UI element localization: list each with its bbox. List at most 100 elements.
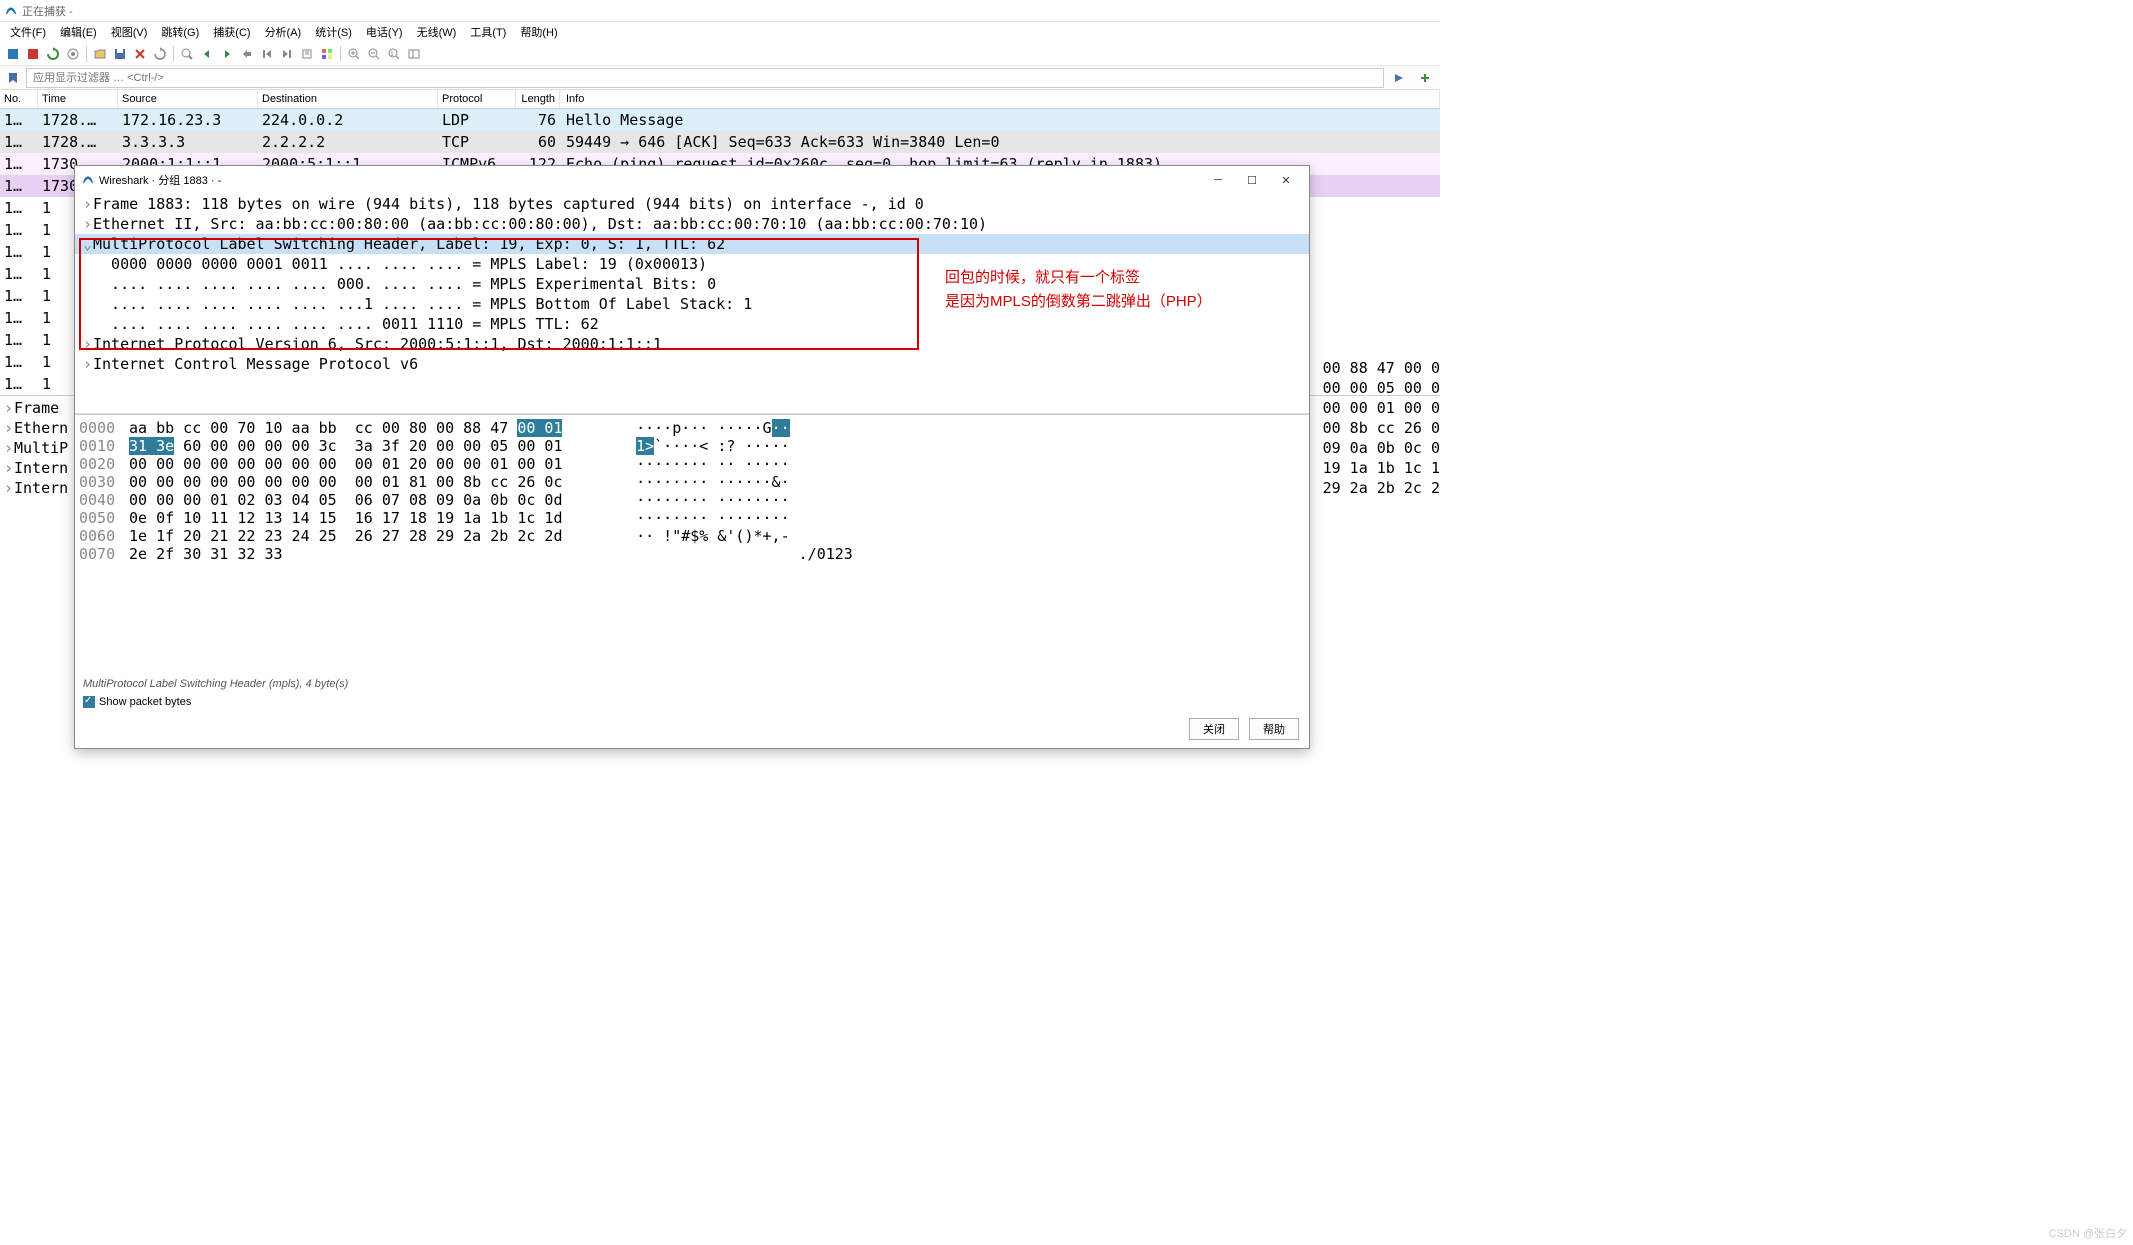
menu-tools[interactable]: 工具(T) [464,22,512,42]
restart-capture-icon[interactable] [44,45,62,63]
hex-fragment: 00 00 05 00 0 [1323,378,1440,398]
hex-fragment: 29 2a 2b 2c 2 [1323,478,1440,498]
toolbar-separator [340,46,341,62]
next-icon[interactable] [218,45,236,63]
goto-first-icon[interactable] [258,45,276,63]
filter-add-icon[interactable] [1414,68,1436,88]
hex-row[interactable]: 004000 00 00 01 02 03 04 05 06 07 08 09 … [75,491,1309,509]
close-icon[interactable]: ✕ [1269,170,1303,190]
maximize-icon[interactable]: ☐ [1235,170,1269,190]
menu-analyze[interactable]: 分析(A) [259,22,308,42]
colorize-icon[interactable] [318,45,336,63]
menu-wireless[interactable]: 无线(W) [411,22,463,42]
packet-row[interactable]: 1…1 [0,197,74,219]
close-file-icon[interactable] [131,45,149,63]
col-len[interactable]: Length [516,90,560,108]
hex-fragment: 09 0a 0b 0c 0 [1323,438,1440,458]
packet-row[interactable]: 1…1 [0,263,74,285]
tree-line[interactable]: ›Internet Protocol Version 6, Src: 2000:… [75,334,1309,354]
menubar: 文件(F) 编辑(E) 视图(V) 跳转(G) 捕获(C) 分析(A) 统计(S… [0,22,1440,42]
col-time[interactable]: Time [38,90,118,108]
col-no[interactable]: No. [0,90,38,108]
col-src[interactable]: Source [118,90,258,108]
goto-last-icon[interactable] [278,45,296,63]
packet-row[interactable]: 1…1 [0,241,74,263]
tree-line[interactable]: ›Frame 1883: 118 bytes on wire (944 bits… [75,194,1309,214]
packet-row[interactable]: 1…1 [0,329,74,351]
show-packet-bytes-check[interactable]: Show packet bytes [75,694,1309,710]
hex-row[interactable]: 003000 00 00 00 00 00 00 00 00 01 81 00 … [75,473,1309,491]
main-hex-partial: 00 88 47 00 000 00 05 00 000 00 01 00 00… [1323,358,1440,498]
toolbar-separator [86,46,87,62]
popup-titlebar[interactable]: Wireshark · 分组 1883 · - ─ ☐ ✕ [75,166,1309,194]
menu-file[interactable]: 文件(F) [4,22,52,42]
packet-detail-popup: Wireshark · 分组 1883 · - ─ ☐ ✕ 回包的时候，就只有一… [74,165,1310,749]
help-button[interactable]: 帮助 [1249,718,1299,740]
menu-edit[interactable]: 编辑(E) [54,22,103,42]
menu-capture[interactable]: 捕获(C) [207,22,256,42]
hex-row[interactable]: 00601e 1f 20 21 22 23 24 25 26 27 28 29 … [75,527,1309,545]
filter-apply-icon[interactable] [1388,68,1410,88]
minimize-icon[interactable]: ─ [1201,170,1235,190]
stop-capture-icon[interactable] [24,45,42,63]
col-info[interactable]: Info [560,90,1440,108]
checkbox-icon[interactable] [83,696,95,708]
col-proto[interactable]: Protocol [438,90,516,108]
menu-help[interactable]: 帮助(H) [514,22,563,42]
hex-row[interactable]: 00702e 2f 30 31 32 33 ./0123 [75,545,1309,563]
zoom-reset-icon[interactable]: 1 [385,45,403,63]
menu-go[interactable]: 跳转(G) [155,22,205,42]
resize-cols-icon[interactable] [405,45,423,63]
annotation-text: 回包的时候，就只有一个标签 是因为MPLS的倒数第二跳弹出（PHP） [945,266,1212,314]
zoom-out-icon[interactable] [365,45,383,63]
menu-statistics[interactable]: 统计(S) [309,22,358,42]
packet-row[interactable]: 1…1 [0,219,74,241]
filter-bar [0,66,1440,90]
tree-line[interactable]: ›Internet Control Message Protocol v6 [75,354,1309,374]
popup-footer: 关闭 帮助 [75,710,1309,748]
main-titlebar: 正在捕获 - [0,0,1440,22]
hex-fragment: 00 8b cc 26 0 [1323,418,1440,438]
wireshark-icon [4,4,18,18]
popup-hex-pane: 0000aa bb cc 00 70 10 aa bb cc 00 80 00 … [75,414,1309,674]
popup-detail-tree: 回包的时候，就只有一个标签 是因为MPLS的倒数第二跳弹出（PHP） ›Fram… [75,194,1309,414]
packet-row[interactable]: 1…1 [0,373,74,395]
wireshark-icon [81,173,95,187]
start-capture-icon[interactable] [4,45,22,63]
packet-row[interactable]: 1…1 [0,351,74,373]
zoom-in-icon[interactable] [345,45,363,63]
popup-status: MultiProtocol Label Switching Header (mp… [75,674,1309,694]
tree-line[interactable]: .... .... .... .... .... .... 0011 1110 … [75,314,1309,334]
close-button[interactable]: 关闭 [1189,718,1239,740]
hex-fragment: 19 1a 1b 1c 1 [1323,458,1440,478]
hex-fragment: 00 88 47 00 0 [1323,358,1440,378]
capture-options-icon[interactable] [64,45,82,63]
packet-row[interactable]: 1…1 [0,285,74,307]
packet-row[interactable]: 1…1728.…3.3.3.32.2.2.2TCP6059449 → 646 [… [0,131,1440,153]
display-filter-input[interactable] [26,68,1384,88]
main-window: 正在捕获 - 文件(F) 编辑(E) 视图(V) 跳转(G) 捕获(C) 分析(… [0,0,1440,500]
jump-icon[interactable] [238,45,256,63]
tree-line[interactable]: ⌄MultiProtocol Label Switching Header, L… [75,234,1309,254]
hex-row[interactable]: 00500e 0f 10 11 12 13 14 15 16 17 18 19 … [75,509,1309,527]
menu-view[interactable]: 视图(V) [105,22,154,42]
open-file-icon[interactable] [91,45,109,63]
packet-row[interactable]: 1…1 [0,307,74,329]
menu-telephony[interactable]: 电话(Y) [360,22,409,42]
hex-row[interactable]: 002000 00 00 00 00 00 00 00 00 01 20 00 … [75,455,1309,473]
tree-line[interactable]: ›Ethernet II, Src: aa:bb:cc:00:80:00 (aa… [75,214,1309,234]
find-icon[interactable] [178,45,196,63]
col-dst[interactable]: Destination [258,90,438,108]
hex-row[interactable]: 0000aa bb cc 00 70 10 aa bb cc 00 80 00 … [75,419,1309,437]
hex-row[interactable]: 001031 3e 60 00 00 00 00 3c 3a 3f 20 00 … [75,437,1309,455]
prev-icon[interactable] [198,45,216,63]
toolbar: 1 [0,42,1440,66]
watermark: CSDN @张白夕 [2049,1225,2127,1241]
popup-title: Wireshark · 分组 1883 · - [99,172,221,188]
autoscroll-icon[interactable] [298,45,316,63]
packet-row[interactable]: 1…1728.…172.16.23.3224.0.0.2LDP76Hello M… [0,109,1440,131]
filter-bookmark-icon[interactable] [4,69,22,87]
save-file-icon[interactable] [111,45,129,63]
main-title: 正在捕获 - [22,3,73,19]
reload-icon[interactable] [151,45,169,63]
